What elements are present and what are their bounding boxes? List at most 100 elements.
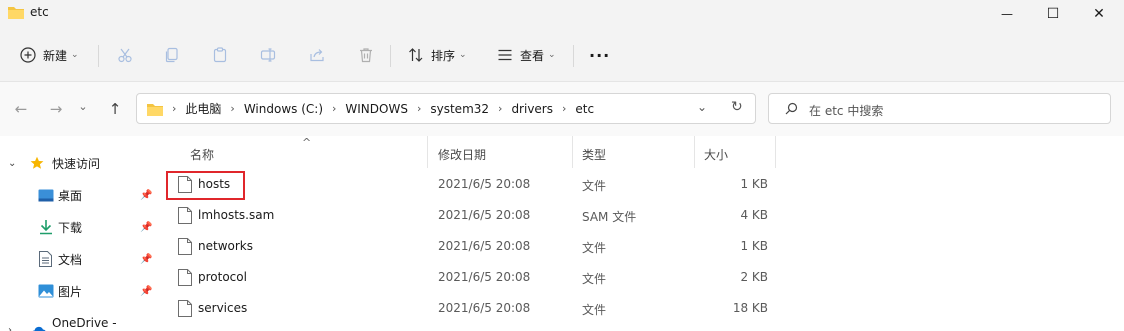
- breadcrumb-item-drivers[interactable]: drivers: [511, 102, 553, 116]
- table-row[interactable]: protocol 2021/6/5 20:08 文件 2 KB: [168, 263, 928, 293]
- minimize-button[interactable]: —: [984, 0, 1030, 28]
- file-icon: [178, 300, 192, 317]
- up-button[interactable]: ↑: [105, 99, 125, 119]
- refresh-button[interactable]: ↻: [731, 99, 743, 115]
- column-header-type[interactable]: 类型: [582, 140, 606, 168]
- toolbar-divider: [573, 45, 574, 67]
- pin-icon: 📌: [140, 189, 153, 201]
- chevron-down-icon: ⌄: [459, 50, 467, 60]
- address-history-button[interactable]: ⌄: [697, 100, 707, 114]
- plus-circle-icon: [20, 47, 36, 63]
- sort-label: 排序: [431, 48, 456, 63]
- document-icon: [39, 251, 52, 267]
- file-size: 4 KB: [740, 208, 768, 222]
- file-type: 文件: [582, 241, 607, 255]
- sidebar-item-label: 文档: [58, 252, 83, 267]
- breadcrumb-separator: ›: [562, 102, 567, 115]
- column-divider[interactable]: [572, 136, 573, 168]
- breadcrumb-item-this-pc[interactable]: 此电脑: [185, 100, 221, 117]
- breadcrumb-item-windows[interactable]: WINDOWS: [345, 102, 408, 116]
- cloud-icon: [32, 326, 46, 331]
- column-divider[interactable]: [694, 136, 695, 168]
- breadcrumb-item-system32[interactable]: system32: [430, 102, 489, 116]
- sort-button[interactable]: 排序 ⌄: [408, 41, 467, 69]
- sidebar-item-desktop[interactable]: 桌面 📌: [0, 183, 158, 207]
- sidebar-item-onedrive[interactable]: › OneDrive - Person: [0, 316, 158, 331]
- address-bar[interactable]: › 此电脑 › Windows (C:) › WINDOWS › system3…: [136, 93, 756, 124]
- maximize-button[interactable]: ☐: [1030, 0, 1076, 28]
- paste-icon: [213, 47, 227, 63]
- file-type: SAM 文件: [582, 210, 637, 224]
- file-modified: 2021/6/5 20:08: [438, 208, 531, 222]
- command-bar: 新建 ⌄ 排序 ⌄ 查看 ⌄ ···: [0, 28, 1124, 82]
- column-header-modified[interactable]: 修改日期: [438, 140, 486, 168]
- maximize-icon: ☐: [1046, 6, 1060, 22]
- sidebar-item-label: OneDrive - Person: [52, 316, 117, 331]
- sidebar-item-downloads[interactable]: 下载 📌: [0, 215, 158, 239]
- file-type: 文件: [582, 179, 607, 193]
- cut-button[interactable]: [117, 41, 133, 69]
- pin-icon: 📌: [140, 253, 153, 265]
- table-row[interactable]: hosts 2021/6/5 20:08 文件 1 KB: [166, 170, 928, 200]
- picture-icon: [38, 284, 54, 298]
- chevron-down-icon: ⌄: [548, 50, 556, 60]
- sidebar-item-documents[interactable]: 文档 📌: [0, 247, 158, 271]
- sidebar-item-label: 下载: [58, 220, 83, 235]
- table-row[interactable]: services 2021/6/5 20:08 文件 18 KB: [168, 294, 928, 324]
- table-row[interactable]: lmhosts.sam 2021/6/5 20:08 SAM 文件 4 KB: [168, 201, 928, 231]
- sidebar-item-label: 快速访问: [52, 156, 101, 171]
- file-name[interactable]: networks: [198, 239, 253, 253]
- breadcrumb: › 此电脑 › Windows (C:) › WINDOWS › system3…: [147, 94, 594, 123]
- navigation-pane: ⌄ 快速访问 桌面 📌 下载 📌 文档 📌 图片 📌 › OneDrive -: [0, 136, 158, 331]
- file-modified: 2021/6/5 20:08: [438, 177, 531, 191]
- chevron-right-icon: ›: [8, 324, 12, 331]
- file-name[interactable]: hosts: [198, 177, 230, 191]
- toolbar-divider: [390, 45, 391, 67]
- sidebar-item-pictures[interactable]: 图片 📌: [0, 279, 158, 303]
- search-input[interactable]: 在 etc 中搜索: [809, 102, 883, 119]
- forward-button[interactable]: →: [46, 99, 66, 119]
- delete-icon: [360, 48, 372, 63]
- view-icon: [498, 49, 512, 61]
- breadcrumb-item-windows-c[interactable]: Windows (C:): [244, 102, 323, 116]
- sidebar-item-label: 图片: [58, 284, 83, 299]
- column-header-size[interactable]: 大小: [704, 140, 728, 168]
- file-size: 2 KB: [740, 270, 768, 284]
- column-divider[interactable]: [427, 136, 428, 168]
- rename-button[interactable]: [260, 41, 276, 69]
- recent-locations-button[interactable]: ⌄: [76, 96, 90, 116]
- search-icon: [785, 102, 798, 115]
- sidebar-item-quick-access[interactable]: ⌄ 快速访问: [0, 151, 158, 175]
- title-bar: etc — ☐ ✕: [0, 0, 1124, 28]
- file-size: 1 KB: [740, 239, 768, 253]
- back-button[interactable]: ←: [11, 99, 31, 119]
- folder-icon: [147, 103, 163, 116]
- copy-button[interactable]: [164, 41, 180, 69]
- column-divider[interactable]: [775, 136, 776, 168]
- chevron-down-icon: ⌄: [697, 100, 708, 114]
- forward-arrow-icon: →: [49, 100, 63, 118]
- file-name[interactable]: lmhosts.sam: [198, 208, 274, 222]
- file-icon: [178, 176, 192, 193]
- back-arrow-icon: ←: [14, 100, 28, 118]
- column-header-label: 修改日期: [438, 147, 487, 162]
- share-button[interactable]: [309, 41, 325, 69]
- table-row[interactable]: networks 2021/6/5 20:08 文件 1 KB: [168, 232, 928, 262]
- refresh-icon: ↻: [731, 99, 743, 115]
- new-button[interactable]: 新建 ⌄: [20, 41, 79, 69]
- paste-button[interactable]: [212, 41, 228, 69]
- column-header-name[interactable]: 名称: [190, 140, 214, 168]
- delete-button[interactable]: [358, 41, 374, 69]
- close-button[interactable]: ✕: [1076, 0, 1122, 28]
- file-icon: [178, 238, 192, 255]
- file-size: 18 KB: [732, 301, 768, 315]
- chevron-down-icon: ⌄: [8, 157, 17, 169]
- search-box[interactable]: 在 etc 中搜索: [768, 93, 1111, 124]
- file-name[interactable]: services: [198, 301, 247, 315]
- file-modified: 2021/6/5 20:08: [438, 239, 531, 253]
- file-name[interactable]: protocol: [198, 270, 247, 284]
- view-button[interactable]: 查看 ⌄: [497, 41, 556, 69]
- window-title: etc: [30, 5, 49, 19]
- more-button[interactable]: ···: [589, 41, 610, 69]
- breadcrumb-item-etc[interactable]: etc: [575, 102, 594, 116]
